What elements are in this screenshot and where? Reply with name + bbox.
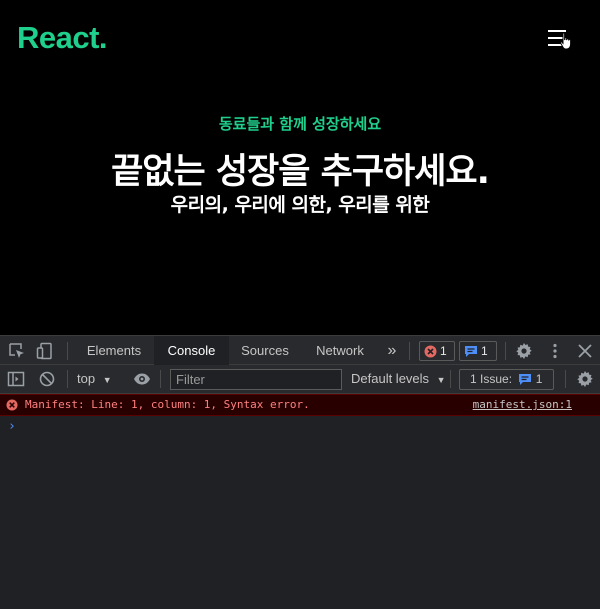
message-icon (465, 346, 477, 358)
hamburger-menu-icon[interactable] (548, 28, 576, 50)
console-prompt[interactable]: › (8, 419, 16, 434)
context-value: top (77, 371, 96, 386)
error-source-link[interactable]: manifest.json:1 (473, 398, 572, 411)
levels-label: Default levels (351, 371, 430, 386)
filter-input[interactable] (170, 369, 342, 390)
tab-sources[interactable]: Sources (231, 336, 299, 365)
close-icon[interactable] (576, 342, 594, 360)
console-settings-gear-icon[interactable] (576, 370, 594, 388)
tab-console[interactable]: Console (154, 336, 229, 365)
device-toolbar-icon[interactable] (36, 342, 54, 360)
issue-label: 1 Issue: (470, 372, 513, 386)
settings-gear-icon[interactable] (515, 342, 533, 360)
error-count: 1 (440, 344, 447, 358)
console-toolbar: top ▼ Default levels ▼ 1 Issue: 1 (0, 365, 600, 394)
error-count-badge[interactable]: 1 (419, 341, 455, 361)
message-count: 1 (481, 344, 488, 358)
tab-elements[interactable]: Elements (76, 336, 152, 365)
error-circle-icon (6, 399, 18, 411)
devtools-tab-bar: Elements Console Sources Network » 1 1 (0, 335, 600, 365)
inspect-element-icon[interactable] (8, 342, 26, 360)
hero-subtitle: 우리의, 우리에 의한, 우리를 위한 (170, 194, 430, 216)
message-icon (519, 374, 532, 386)
devtools-panel: Elements Console Sources Network » 1 1 t… (0, 335, 600, 609)
console-error-message: Manifest: Line: 1, column: 1, Syntax err… (0, 394, 600, 416)
eye-icon[interactable] (133, 370, 151, 388)
more-tabs-button[interactable]: » (380, 336, 404, 365)
chevron-down-icon: ▼ (436, 375, 446, 385)
hand-pointer-icon (559, 32, 572, 50)
error-circle-icon (424, 345, 437, 358)
chevron-down-icon: ▼ (102, 375, 112, 385)
issue-count: 1 (535, 372, 543, 386)
clear-console-icon[interactable] (38, 370, 56, 388)
log-levels-dropdown[interactable]: Default levels ▼ (351, 365, 446, 393)
tab-network[interactable]: Network (304, 336, 376, 365)
error-text: Manifest: Line: 1, column: 1, Syntax err… (25, 398, 310, 411)
sidebar-toggle-icon[interactable] (7, 370, 25, 388)
hero-eyebrow: 동료들과 함께 성장하세요 (218, 115, 382, 133)
context-selector[interactable]: top ▼ (77, 365, 112, 393)
hero-title: 끝없는 성장을 추구하세요. (111, 152, 490, 192)
site-logo[interactable]: React. (17, 20, 108, 56)
issues-button[interactable]: 1 Issue: 1 (459, 369, 554, 390)
message-count-badge[interactable]: 1 (459, 341, 497, 361)
website-viewport: React. 동료들과 함께 성장하세요 끝없는 성장을 추구하세요. 우리의,… (0, 0, 600, 335)
more-options-icon[interactable] (546, 342, 564, 360)
